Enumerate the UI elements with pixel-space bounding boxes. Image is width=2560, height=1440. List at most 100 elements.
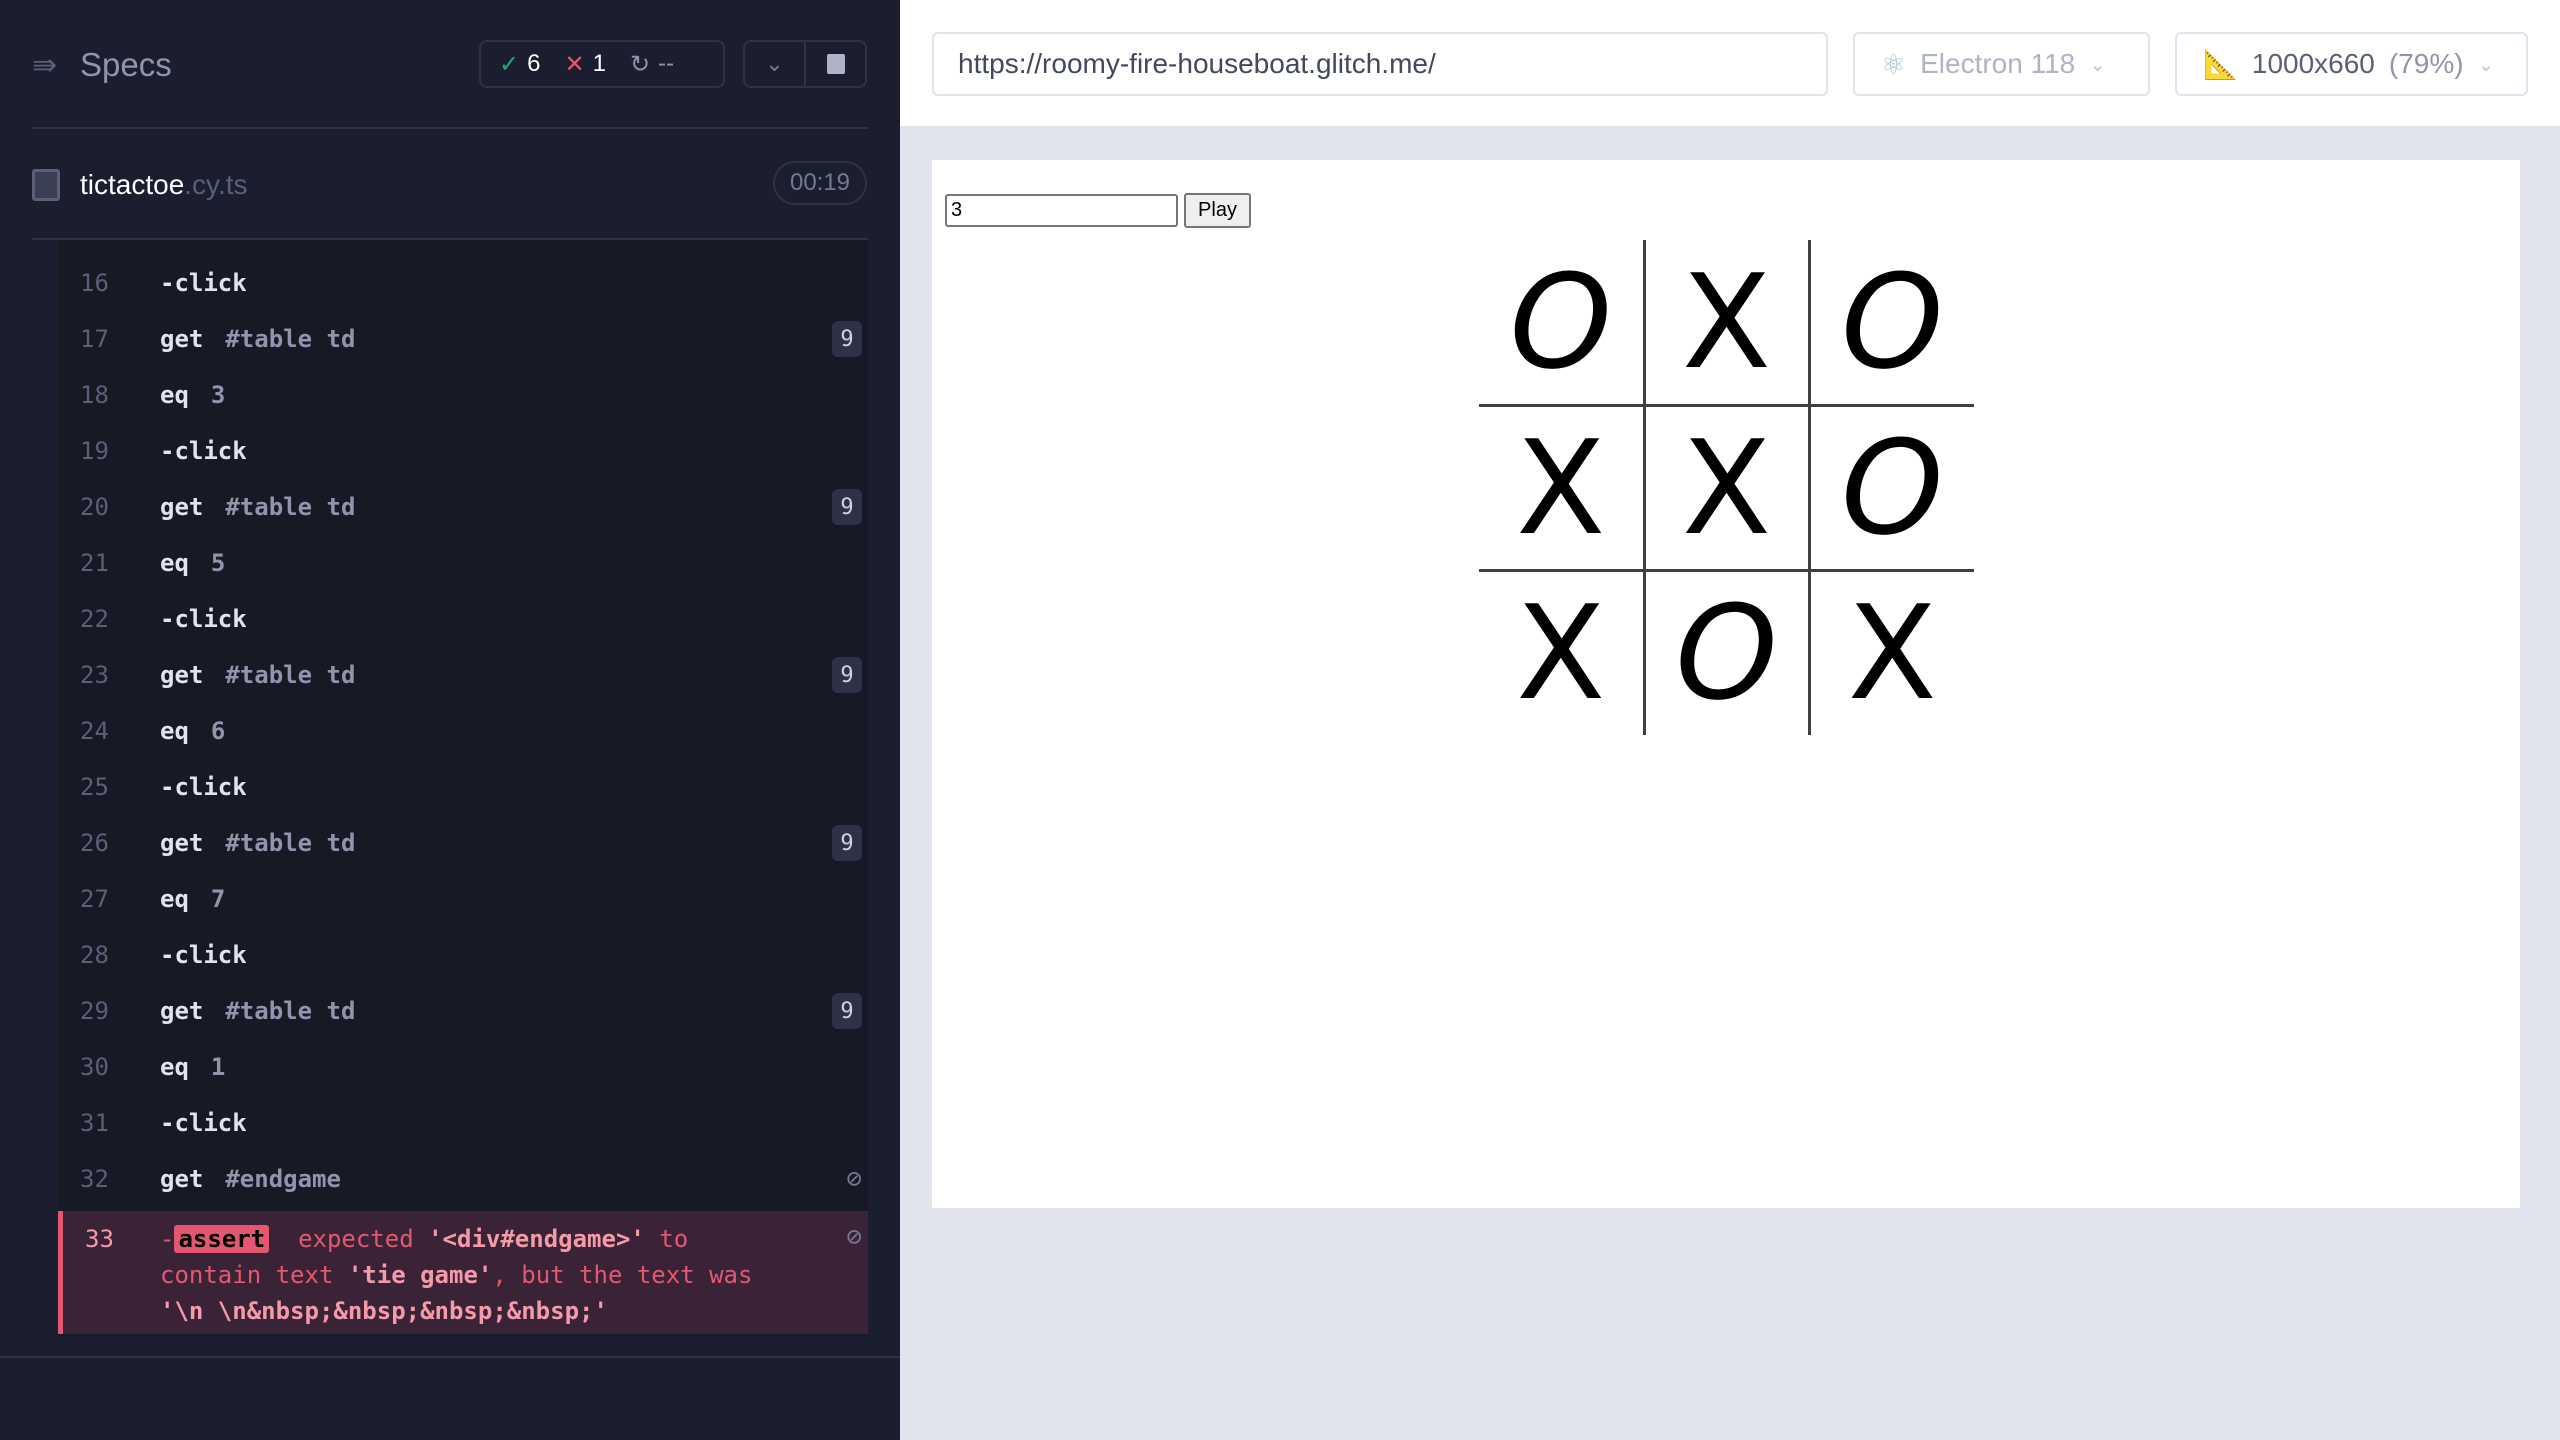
command-arg: #table td bbox=[225, 325, 356, 353]
command-row[interactable]: 18 eq 3 bbox=[58, 367, 868, 423]
tictactoe-board: OXOXXOXOX bbox=[1479, 240, 1974, 735]
command-row[interactable]: 20 get #table td 9 bbox=[58, 479, 868, 535]
specs-title: Specs bbox=[80, 46, 172, 83]
command-name: get bbox=[160, 997, 204, 1025]
command-arg: 3 bbox=[210, 381, 226, 409]
command-name: eq bbox=[160, 885, 189, 913]
command-row[interactable]: 23 get #table td 9 bbox=[58, 647, 868, 703]
command-row[interactable]: 32 get #endgame ⊘ bbox=[58, 1151, 868, 1207]
eye-slash-icon[interactable]: ⊘ bbox=[846, 1164, 862, 1194]
command-name: -click bbox=[160, 269, 247, 297]
chevron-down-icon: ⌄ bbox=[2477, 53, 2495, 76]
board-cell[interactable]: O bbox=[1807, 240, 1974, 407]
document-icon bbox=[32, 168, 60, 201]
line-number: 24 bbox=[80, 717, 109, 745]
failed-command-row[interactable]: 33 - assert expected '<div#endgame>' to c… bbox=[58, 1211, 868, 1334]
command-row[interactable]: 29 get #table td 9 bbox=[58, 983, 868, 1039]
board-cell[interactable]: X bbox=[1642, 240, 1811, 407]
command-arg: #table td bbox=[225, 829, 356, 857]
viewport-scale: (79%) bbox=[2388, 48, 2464, 79]
board-cell[interactable]: X bbox=[1807, 568, 1974, 735]
command-row[interactable]: 30 eq 1 bbox=[58, 1039, 868, 1095]
error-literal: '<div#endgame>' bbox=[428, 1225, 645, 1253]
command-row[interactable]: 31 -click bbox=[58, 1095, 868, 1151]
viewport-selector[interactable]: 📐 1000x660 (79%) ⌄ bbox=[2175, 32, 2528, 96]
viewport-size: 1000x660 bbox=[2251, 48, 2375, 79]
pending-icon: ↻ bbox=[629, 50, 651, 78]
line-number: 27 bbox=[80, 885, 109, 913]
board-cell[interactable]: O bbox=[1479, 240, 1646, 407]
element-count-badge: 9 bbox=[832, 993, 862, 1029]
command-arg: 5 bbox=[210, 549, 226, 577]
test-stats: ✓ 6 ✕ 1 ↻ -- bbox=[479, 40, 725, 88]
command-row[interactable]: 22 -click bbox=[58, 591, 868, 647]
dash: - bbox=[160, 1225, 175, 1253]
command-name: -click bbox=[160, 605, 247, 633]
command-row[interactable]: 24 eq 6 bbox=[58, 703, 868, 759]
command-arg: #endgame bbox=[225, 1165, 341, 1193]
board-cell[interactable]: O bbox=[1642, 568, 1811, 735]
line-number: 17 bbox=[80, 325, 109, 353]
specs-header[interactable]: ⇛ Specs bbox=[32, 40, 172, 90]
ruler-icon: 📐 bbox=[2203, 48, 2238, 80]
command-name: get bbox=[160, 493, 204, 521]
divider bbox=[0, 1356, 900, 1358]
element-count-badge: 9 bbox=[832, 657, 862, 693]
line-number: 29 bbox=[80, 997, 109, 1025]
line-number: 19 bbox=[80, 437, 109, 465]
command-list[interactable]: 16 -click 17 get #table td 9 18 eq 3 19 -click 20 ge… bbox=[58, 240, 868, 1336]
line-number: 25 bbox=[80, 773, 109, 801]
command-name: -click bbox=[160, 773, 247, 801]
failed-count: 1 bbox=[592, 50, 606, 77]
specs-list-icon: ⇛ bbox=[32, 48, 58, 82]
command-name: get bbox=[160, 661, 204, 689]
command-row[interactable]: 26 get #table td 9 bbox=[58, 815, 868, 871]
spec-file[interactable]: tictactoe .cy.ts bbox=[32, 162, 248, 207]
command-arg: 1 bbox=[210, 1053, 226, 1081]
command-name: eq bbox=[160, 549, 189, 577]
command-arg: 6 bbox=[210, 717, 226, 745]
chevron-down-icon[interactable]: ⌄ bbox=[745, 42, 806, 86]
pending-count: -- bbox=[658, 50, 675, 77]
stop-button[interactable] bbox=[806, 42, 865, 86]
assert-keyword: assert bbox=[174, 1225, 270, 1253]
error-text: expected bbox=[298, 1225, 414, 1253]
line-number: 18 bbox=[80, 381, 109, 409]
element-count-badge: 9 bbox=[832, 321, 862, 357]
error-literal: 'tie game' bbox=[347, 1261, 493, 1289]
board-size-input[interactable]: 3 bbox=[945, 194, 1178, 227]
command-row[interactable]: 28 -click bbox=[58, 927, 868, 983]
browser-selector[interactable]: ⚛ Electron 118 ⌄ bbox=[1853, 32, 2150, 96]
line-number: 16 bbox=[80, 269, 109, 297]
command-name: -click bbox=[160, 941, 247, 969]
line-number: 22 bbox=[80, 605, 109, 633]
app-under-test: 3 Play OXOXXOXOX bbox=[932, 160, 2520, 1208]
command-arg: #table td bbox=[225, 661, 356, 689]
element-count-badge: 9 bbox=[832, 825, 862, 861]
command-row[interactable]: 16 -click bbox=[58, 255, 868, 311]
command-name: eq bbox=[160, 717, 189, 745]
command-name: -click bbox=[160, 1109, 247, 1137]
board-cell[interactable]: X bbox=[1479, 568, 1646, 735]
command-row[interactable]: 25 -click bbox=[58, 759, 868, 815]
line-number: 32 bbox=[80, 1165, 109, 1193]
command-row[interactable]: 19 -click bbox=[58, 423, 868, 479]
line-number: 33 bbox=[85, 1225, 114, 1253]
eye-slash-icon[interactable]: ⊘ bbox=[846, 1219, 862, 1255]
play-button[interactable]: Play bbox=[1184, 193, 1251, 228]
line-number: 31 bbox=[80, 1109, 109, 1137]
stop-icon bbox=[826, 54, 845, 74]
electron-icon: ⚛ bbox=[1881, 48, 1907, 80]
command-name: -click bbox=[160, 437, 247, 465]
url-bar[interactable]: https://roomy-fire-houseboat.glitch.me/ bbox=[932, 32, 1828, 96]
board-cell[interactable]: X bbox=[1479, 403, 1646, 572]
command-row[interactable]: 27 eq 7 bbox=[58, 871, 868, 927]
error-text: , but the text was bbox=[492, 1261, 753, 1289]
command-row[interactable]: 21 eq 5 bbox=[58, 535, 868, 591]
browser-label: Electron 118 bbox=[1920, 48, 2076, 79]
command-row[interactable]: 17 get #table td 9 bbox=[58, 311, 868, 367]
command-arg: #table td bbox=[225, 997, 356, 1025]
board-cell[interactable]: X bbox=[1642, 403, 1811, 572]
x-icon: ✕ bbox=[564, 50, 585, 78]
board-cell[interactable]: O bbox=[1807, 403, 1974, 572]
